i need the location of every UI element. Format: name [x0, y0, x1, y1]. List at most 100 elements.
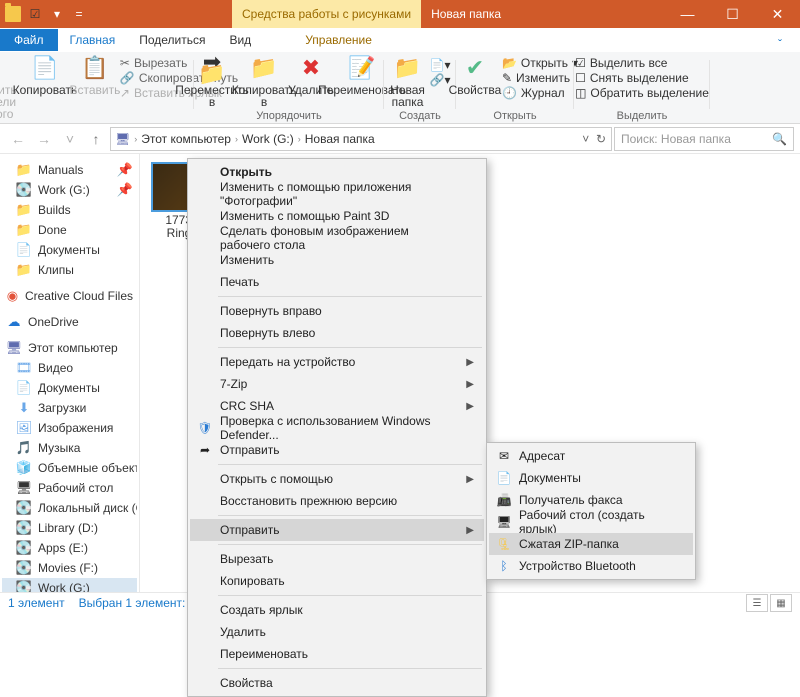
chevron-right-icon[interactable]: › [298, 134, 301, 144]
sidebar-item-images[interactable]: 🖼Изображения [2, 418, 137, 438]
tab-manage[interactable]: Управление [293, 29, 384, 51]
desktop-icon: 🖥 [16, 480, 32, 496]
ctx-open-with[interactable]: Открыть с помощью▶ [190, 468, 484, 490]
address-bar[interactable]: 🖥 › Этот компьютер › Work (G:) › Новая п… [110, 127, 612, 151]
sidebar-item-done[interactable]: 📁Done [2, 220, 137, 240]
pin-icon: 📌 [117, 182, 133, 198]
nav-forward-button: → [32, 127, 56, 151]
ctx-properties[interactable]: Свойства [190, 672, 484, 694]
tab-home[interactable]: Главная [58, 29, 128, 51]
nav-up-button[interactable]: ↑ [84, 127, 108, 151]
breadcrumb-root[interactable]: Этот компьютер [141, 132, 231, 146]
ctx-cut[interactable]: Вырезать [190, 548, 484, 570]
separator [218, 464, 482, 465]
sidebar-item-manuals[interactable]: 📁Manuals📌 [2, 160, 137, 180]
ctx-set-wallpaper[interactable]: Сделать фоновым изображением рабочего ст… [190, 227, 484, 249]
nav-history-dropdown[interactable]: ˅ [58, 127, 82, 151]
minimize-button[interactable]: ― [665, 0, 710, 28]
folder-icon: 📁 [16, 262, 32, 278]
ctx-edit[interactable]: Изменить [190, 249, 484, 271]
bluetooth-icon: ᛒ [495, 559, 513, 573]
ctx-cast[interactable]: Передать на устройство▶ [190, 351, 484, 373]
sidebar-item-workg[interactable]: 💽Work (G:)📌 [2, 180, 137, 200]
ctx-rotate-right[interactable]: Повернуть вправо [190, 300, 484, 322]
sendto-recipient[interactable]: ✉Адресат [489, 445, 693, 467]
moveto-button[interactable]: ➡📁Переместить в [186, 54, 238, 108]
selectnone-button[interactable]: ☐Снять выделение [575, 71, 709, 85]
open-small-button[interactable]: 📂Открыть▾ [502, 56, 578, 70]
sidebar-item-workg2[interactable]: 💽Work (G:) [2, 578, 137, 592]
ctx-rename[interactable]: Переименовать [190, 643, 484, 665]
status-item-count: 1 элемент [8, 596, 65, 610]
pc-icon: 🖥 [115, 132, 130, 146]
newitem-button[interactable]: 📄▾ [430, 58, 451, 72]
delete-icon: ✖ [297, 54, 325, 82]
sidebar-item-libraryd[interactable]: 💽Library (D:) [2, 518, 137, 538]
ctx-delete[interactable]: Удалить [190, 621, 484, 643]
history-small-button[interactable]: 🕘Журнал [502, 86, 578, 100]
chevron-right-icon[interactable]: › [235, 134, 238, 144]
sidebar-item-volume[interactable]: 🧊Объемные объекты [2, 458, 137, 478]
ctx-defender[interactable]: 🛡Проверка с использованием Windows Defen… [190, 417, 484, 439]
copyto-button[interactable]: 📁Копировать в [238, 54, 290, 108]
chevron-right-icon[interactable]: › [134, 134, 137, 144]
tab-view[interactable]: Вид [217, 29, 263, 51]
music-icon: 🎵 [16, 440, 32, 456]
ctx-send-to[interactable]: Отправить▶ [190, 519, 484, 541]
ctx-rotate-left[interactable]: Повернуть влево [190, 322, 484, 344]
sidebar-item-onedrive[interactable]: ☁OneDrive [2, 312, 137, 332]
sidebar-item-cc[interactable]: ◉Creative Cloud Files [2, 286, 137, 306]
quick-checkbox[interactable]: ☑ [26, 5, 44, 23]
navigation-pane[interactable]: 📁Manuals📌 💽Work (G:)📌 📁Builds 📁Done 📄Док… [0, 154, 140, 592]
newfolder-button[interactable]: 📁Новая папка [388, 54, 428, 108]
sendto-zip[interactable]: 🗜Сжатая ZIP-папка [489, 533, 693, 555]
tab-file[interactable]: Файл [0, 29, 58, 51]
selectnone-icon: ☐ [575, 71, 586, 85]
close-button[interactable]: ✕ [755, 0, 800, 28]
ctx-7zip[interactable]: 7-Zip▶ [190, 373, 484, 395]
ctx-restore[interactable]: Восстановить прежнюю версию [190, 490, 484, 512]
ctx-copy[interactable]: Копировать [190, 570, 484, 592]
ctx-print[interactable]: Печать [190, 271, 484, 293]
edit-small-button[interactable]: ✎Изменить [502, 71, 578, 85]
properties-button[interactable]: ✔Свойства [450, 54, 500, 102]
selectall-button[interactable]: ☑Выделить все [575, 56, 709, 70]
sidebar-item-thispc[interactable]: 🖥Этот компьютер [2, 338, 137, 358]
search-input[interactable]: Поиск: Новая папка 🔍 [614, 127, 794, 151]
ctx-share[interactable]: ➦Отправить [190, 439, 484, 461]
maximize-button[interactable]: ☐ [710, 0, 755, 28]
delete-button[interactable]: ✖Удалить [290, 54, 332, 108]
drive-icon: 💽 [16, 520, 32, 536]
breadcrumb-drive[interactable]: Work (G:) [242, 132, 294, 146]
ctx-edit-photos[interactable]: Изменить с помощью приложения "Фотографи… [190, 183, 484, 205]
sidebar-item-appse[interactable]: 💽Apps (E:) [2, 538, 137, 558]
sidebar-item-music[interactable]: 🎵Музыка [2, 438, 137, 458]
sidebar-item-docs[interactable]: 📄Документы [2, 378, 137, 398]
ribbon-collapse-button[interactable]: ˇ [760, 37, 800, 51]
selectinvert-button[interactable]: ◫Обратить выделение [575, 86, 709, 100]
copy-big-button[interactable]: 📄 Копировать [18, 54, 72, 124]
sendto-desktop[interactable]: 🖥Рабочий стол (создать ярлык) [489, 511, 693, 533]
breadcrumb-folder[interactable]: Новая папка [305, 132, 375, 146]
sidebar-item-localdisk[interactable]: 💽Локальный диск (C:) [2, 498, 137, 518]
easyaccess-button[interactable]: 🔗▾ [430, 73, 451, 87]
rename-button[interactable]: 📝Переименовать [332, 54, 392, 108]
sidebar-item-documents[interactable]: 📄Документы [2, 240, 137, 260]
sidebar-item-downloads[interactable]: ⬇Загрузки [2, 398, 137, 418]
quick-dropdown[interactable]: ▾ [48, 5, 66, 23]
sidebar-item-video[interactable]: 🎞Видео [2, 358, 137, 378]
address-bar-row: ← → ˅ ↑ 🖥 › Этот компьютер › Work (G:) ›… [0, 124, 800, 154]
sendto-bluetooth[interactable]: ᛒУстройство Bluetooth [489, 555, 693, 577]
sidebar-item-desktop[interactable]: 🖥Рабочий стол [2, 478, 137, 498]
sidebar-item-builds[interactable]: 📁Builds [2, 200, 137, 220]
tab-share[interactable]: Поделиться [127, 29, 217, 51]
open-icon: 📂 [502, 56, 517, 70]
sidebar-item-moviesf[interactable]: 💽Movies (F:) [2, 558, 137, 578]
shortcut-icon: ↗ [120, 86, 130, 100]
ctx-shortcut[interactable]: Создать ярлык [190, 599, 484, 621]
sidebar-item-clips[interactable]: 📁Клипы [2, 260, 137, 280]
download-icon: ⬇ [16, 400, 32, 416]
sendto-documents[interactable]: 📄Документы [489, 467, 693, 489]
view-details-button[interactable]: ☰ [746, 594, 768, 612]
view-thumbnails-button[interactable]: ▦ [770, 594, 792, 612]
